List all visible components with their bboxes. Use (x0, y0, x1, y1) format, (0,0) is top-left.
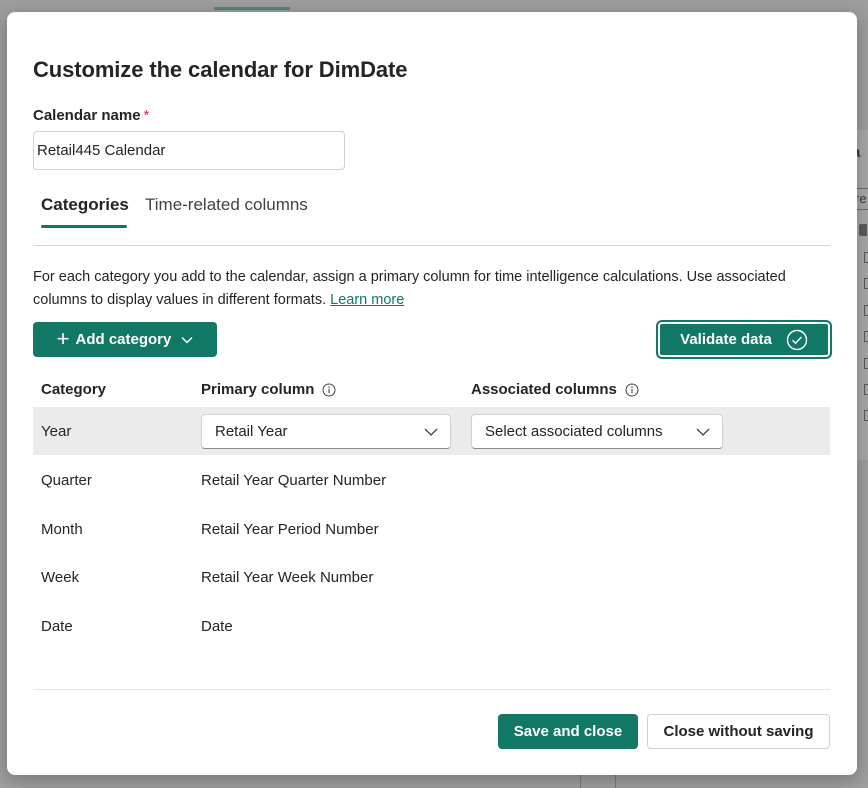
required-asterisk: * (143, 107, 150, 124)
category-cell: Month (41, 521, 83, 538)
tab-divider (33, 245, 830, 246)
customize-calendar-dialog: Customize the calendar for DimDate Calen… (7, 12, 857, 775)
chevron-down-icon (696, 428, 710, 436)
associated-columns-placeholder: Select associated columns (485, 423, 663, 440)
column-header-primary: Primary column (201, 381, 336, 398)
primary-column-cell: Retail Year Week Number (201, 569, 374, 586)
column-header-category: Category (41, 381, 106, 398)
validate-data-label: Validate data (680, 331, 772, 348)
calendar-name-label: Calendar name * (33, 107, 149, 124)
category-cell: Year (41, 423, 72, 440)
background-checkbox (864, 331, 868, 342)
dialog-title: Customize the calendar for DimDate (33, 57, 408, 82)
background-checkbox (864, 305, 868, 316)
tab-time-related-columns[interactable]: Time-related columns (145, 195, 308, 215)
associated-columns-dropdown[interactable]: Select associated columns (471, 414, 723, 449)
primary-column-cell: Retail Year Quarter Number (201, 472, 387, 489)
category-cell: Date (41, 618, 73, 635)
background-checkbox (864, 358, 868, 369)
chevron-down-icon (181, 336, 193, 343)
column-header-category-label: Category (41, 381, 107, 398)
description-text: For each category you add to the calenda… (33, 266, 833, 312)
info-icon[interactable] (625, 383, 639, 397)
plus-icon: + (56, 325, 70, 351)
selected-tab-indicator (41, 225, 127, 228)
column-header-associated-label: Associated columns (471, 381, 617, 398)
primary-column-value: Retail Year (215, 423, 288, 440)
chevron-down-icon (424, 428, 438, 436)
calendar-name-label-text: Calendar name (33, 107, 141, 124)
primary-column-cell: Date (201, 618, 233, 635)
background-checkbox (864, 410, 868, 421)
tab-categories[interactable]: Categories (41, 195, 129, 215)
close-without-saving-button[interactable]: Close without saving (647, 714, 830, 749)
background-checkbox (864, 278, 868, 289)
background-checkbox (864, 252, 868, 263)
calendar-name-input[interactable] (33, 131, 345, 170)
add-category-label: Add category (75, 331, 172, 348)
add-category-button[interactable]: + Add category (33, 322, 217, 357)
column-header-primary-label: Primary column (201, 381, 315, 398)
learn-more-link[interactable]: Learn more (330, 292, 404, 308)
category-cell: Quarter (41, 472, 92, 489)
save-and-close-button[interactable]: Save and close (498, 714, 638, 749)
background-divider (615, 774, 616, 788)
category-cell: Week (41, 569, 80, 586)
validate-data-button[interactable]: Validate data (656, 320, 832, 359)
background-divider (580, 774, 581, 788)
background-checkbox (864, 384, 868, 395)
primary-column-dropdown[interactable]: Retail Year (201, 414, 451, 449)
column-header-associated: Associated columns (471, 381, 639, 398)
info-icon[interactable] (322, 383, 336, 397)
footer-divider (33, 689, 830, 690)
check-circle-icon (786, 329, 808, 350)
background-tab-indicator (214, 7, 290, 10)
background-lock-icon (859, 224, 867, 236)
primary-column-cell: Retail Year Period Number (201, 521, 379, 538)
description-body: For each category you add to the calenda… (33, 269, 786, 308)
